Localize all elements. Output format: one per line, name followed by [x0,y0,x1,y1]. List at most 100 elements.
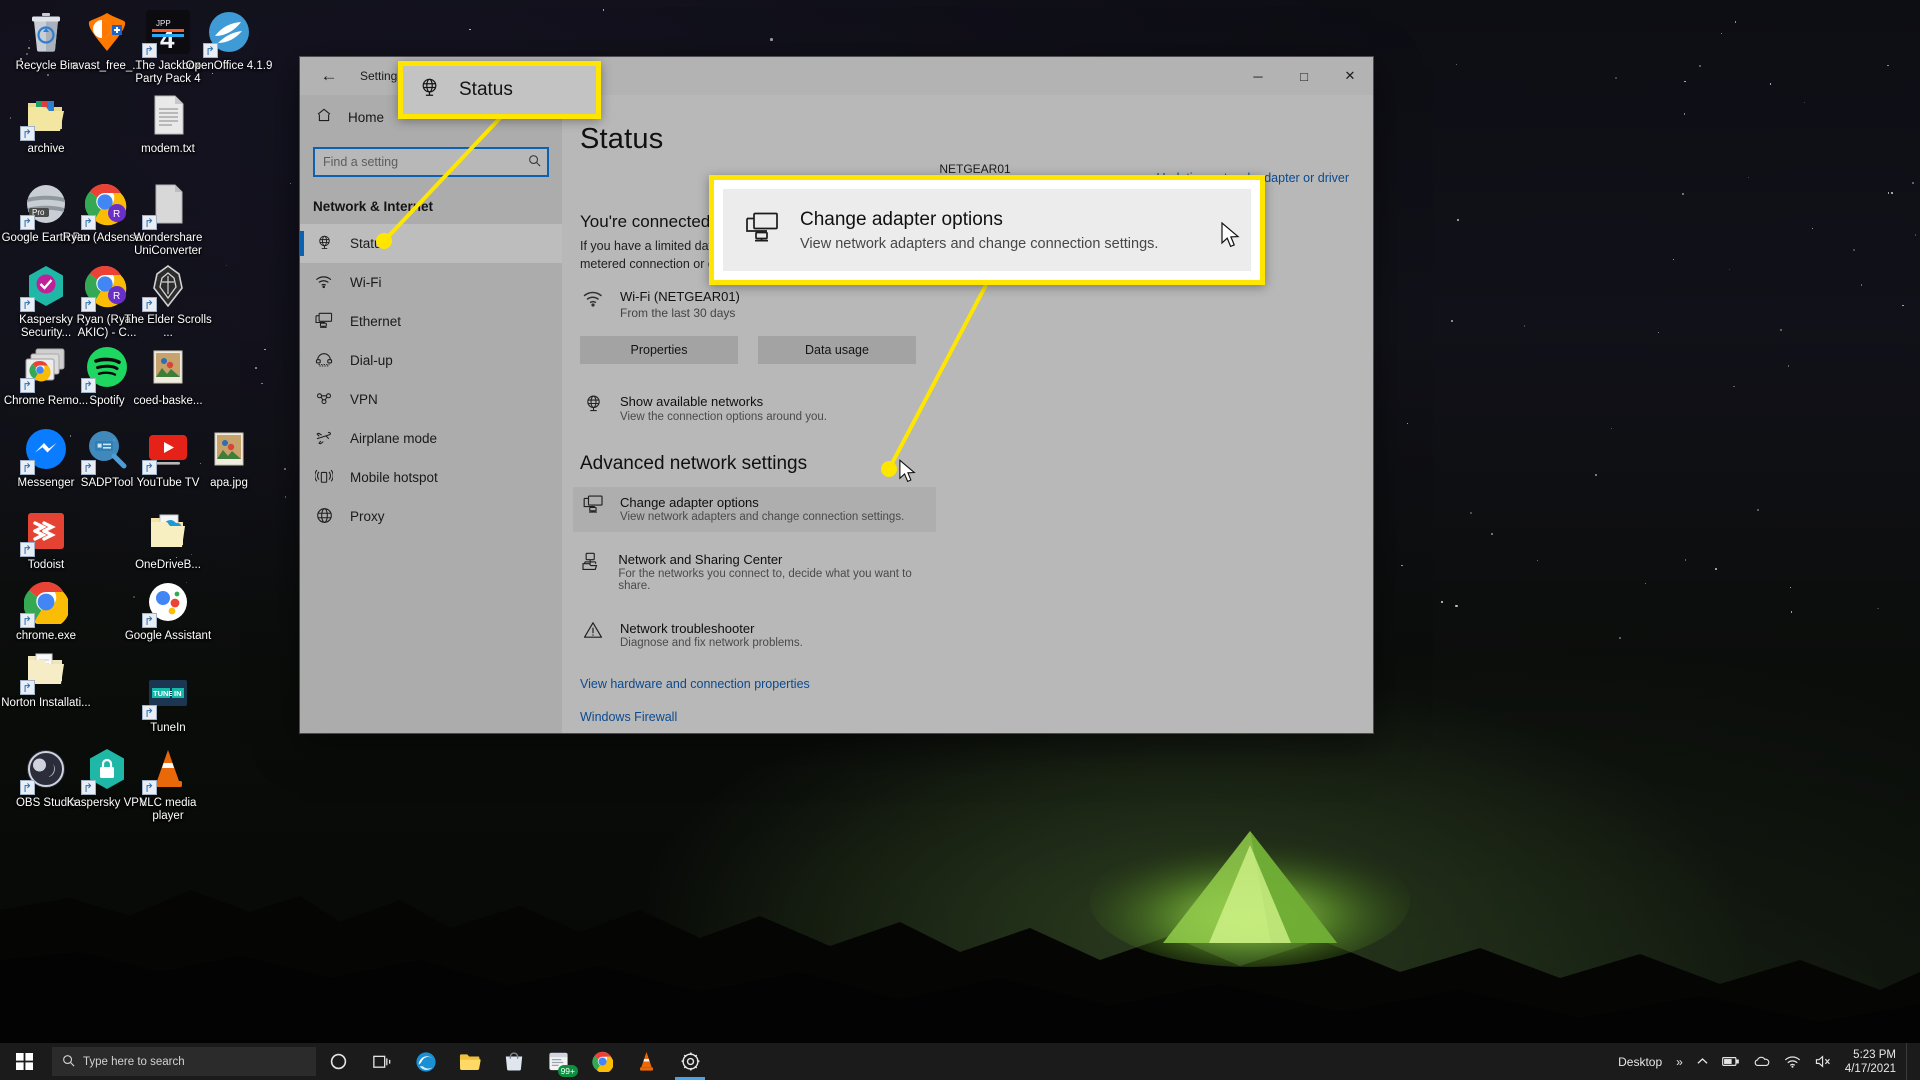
callout-adapter-sub: View network adapters and change connect… [800,235,1159,252]
data-usage-button[interactable]: Data usage [758,336,916,364]
globe-monitor-icon [419,77,440,104]
desktop-icon-onedriveb[interactable]: OneDriveB... [122,507,214,572]
advanced-network-settings-heading: Advanced network settings [580,453,808,474]
settings-sidebar: Home Network & Internet Status Wi-Fi Ether… [300,95,562,733]
desktop-icon-label: Todoist [27,559,65,571]
search-input[interactable] [315,155,521,169]
advanced-settings-list: Change adapter options View network adapt… [573,487,1370,658]
image-thumb-icon [205,425,253,473]
advanced-item-title: Network troubleshooter [620,621,755,636]
search-box[interactable] [313,147,549,177]
sidebar-item-label: Proxy [350,509,385,524]
cortana-circle-icon[interactable] [316,1043,360,1080]
desktop-icon-norton-installati[interactable]: Norton Installati... [0,645,92,710]
sidebar-item-mobile-hotspot[interactable]: Mobile hotspot [300,458,562,497]
dialup-icon [314,352,334,370]
sidebar-item-ethernet[interactable]: Ethernet [300,302,562,341]
shortcut-overlay-icon [203,43,218,58]
openoffice-icon [203,8,253,58]
desktop-icon-label: archive [27,143,65,155]
desktop-icon-label: VLC media player [139,797,197,822]
desktop-icon-coed-baske[interactable]: coed-baske... [122,343,214,408]
close-button[interactable]: ✕ [1327,57,1373,95]
settings-link-windows-firewall[interactable]: Windows Firewall [580,710,1370,724]
desktop-icon-wondershare-uniconverter[interactable]: Wondershare UniConverter [122,180,214,258]
text-file-icon [144,91,192,139]
microsoft-store-icon[interactable] [492,1043,536,1080]
tunein-icon: TUNE IN [142,670,192,720]
chrome-icon[interactable] [580,1043,624,1080]
sidebar-item-wi-fi[interactable]: Wi-Fi [300,263,562,302]
desktop-icon-label: TuneIn [150,722,186,734]
svg-text:TUNE: TUNE [153,689,173,698]
settings-link-view-hardware-and-connection-properties[interactable]: View hardware and connection properties [580,677,1370,691]
network-tray-icon[interactable] [1777,1043,1808,1080]
shortcut-overlay-icon [81,780,96,795]
browser-badge-icon[interactable]: 99+ [536,1043,580,1080]
desktop-icon-openoffice-4-1-9[interactable]: OpenOffice 4.1.9 [183,8,275,73]
desktop-icon-archive[interactable]: archive [0,91,92,156]
show-available-networks-row[interactable]: Show available networks View the connect… [580,394,1370,423]
sidebar-item-vpn[interactable]: VPN [300,380,562,419]
svg-text:R: R [113,209,120,220]
desktop-icon-chrome-exe[interactable]: chrome.exe [0,578,92,643]
system-tray: Desktop » 5:23 PM 4/17/2021 [1611,1043,1920,1080]
tray-overflow-label[interactable]: » [1669,1043,1690,1080]
desktop-icon-google-assistant[interactable]: Google Assistant [122,578,214,643]
edge-icon[interactable] [404,1043,448,1080]
file-explorer-icon[interactable] [448,1043,492,1080]
properties-button[interactable]: Properties [580,336,738,364]
desktop-icon-the-elder-scrolls[interactable]: The Elder Scrolls ... [122,262,214,340]
battery-icon[interactable] [1715,1043,1746,1080]
taskbar-clock[interactable]: 5:23 PM 4/17/2021 [1839,1048,1906,1076]
page-title: Status [580,123,664,155]
callout-adapter-title: Change adapter options [800,208,1003,230]
sidebar-item-dial-up[interactable]: Dial-up [300,341,562,380]
desktop-icon-vlc-media-player[interactable]: VLC media player [122,745,214,823]
advanced-item-network-and-sharing-center[interactable]: Network and Sharing Center For the networ… [573,544,936,601]
desktop-icon-label: modem.txt [141,143,195,155]
maximize-button[interactable]: □ [1281,57,1327,95]
callout-status: Status [398,61,601,119]
callout-status-label: Status [459,79,513,100]
taskbar-search-box[interactable]: Type here to search [52,1047,316,1076]
tray-desktop-label[interactable]: Desktop [1611,1043,1669,1080]
sidebar-category-label: Network & Internet [313,199,434,214]
desktop-icon-tunein[interactable]: TUNEIN TuneIn [122,670,214,735]
adapter-monitor-icon [580,495,606,518]
sidebar-item-label: Ethernet [350,314,402,329]
show-available-networks-title: Show available networks [620,394,764,409]
sidebar-item-label: Wi-Fi [350,275,382,290]
onedrive-tray-icon[interactable] [1746,1043,1777,1080]
sidebar-search-wrap [300,137,562,177]
desktop-icon-apa-jpg[interactable]: apa.jpg [183,425,275,490]
sidebar-item-airplane-mode[interactable]: Airplane mode [300,419,562,458]
sidebar-item-status[interactable]: Status [300,224,562,263]
desktop-icon-modem-txt[interactable]: modem.txt [122,91,214,156]
desktop-icon-label: Google Assistant [124,630,212,642]
desktop-icon-todoist[interactable]: Todoist [0,507,92,572]
settings-gear-icon[interactable] [668,1043,712,1080]
sidebar-item-proxy[interactable]: Proxy [300,497,562,536]
advanced-item-sub: For the networks you connect to, decide … [618,568,912,592]
minimize-button[interactable]: ─ [1235,57,1281,95]
wifi-title: Wi-Fi (NETGEAR01) [620,289,740,304]
task-view-icon[interactable] [360,1043,404,1080]
taskbar: Type here to search 99+ Desktop » 5:23 P… [0,1043,1920,1080]
advanced-item-network-troubleshooter[interactable]: Network troubleshooter Diagnose and fix n… [573,613,936,658]
show-desktop-button[interactable] [1906,1043,1914,1080]
adapter-monitor-icon [745,212,779,248]
windows-start-icon[interactable] [0,1043,48,1080]
volume-tray-icon[interactable] [1808,1043,1839,1080]
image-thumb-icon [144,343,192,391]
browser-badge-count: 99+ [557,1065,578,1077]
back-arrow-icon[interactable]: ← [306,59,352,93]
advanced-item-title: Change adapter options [620,495,759,510]
wifi-button-row: Properties Data usage [580,336,1370,364]
vlc-icon[interactable] [624,1043,668,1080]
show-hidden-icons-icon[interactable] [1690,1043,1715,1080]
ethernet-icon [314,312,334,331]
svg-text:4: 4 [160,24,175,54]
advanced-item-change-adapter-options[interactable]: Change adapter options View network adapt… [573,487,936,532]
desktop-icon-label: Norton Installati... [1,697,91,709]
